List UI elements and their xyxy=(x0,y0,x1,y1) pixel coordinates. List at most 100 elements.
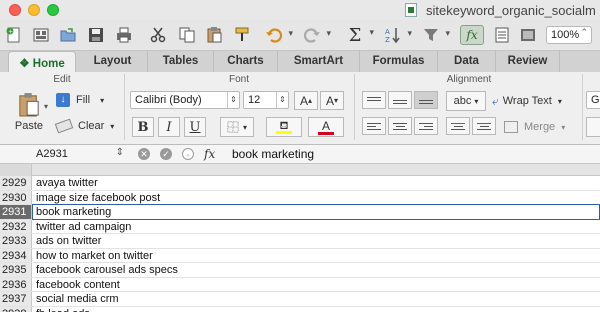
number-format-button[interactable] xyxy=(586,117,600,137)
tab-charts[interactable]: Charts xyxy=(214,51,278,73)
fill-color-button[interactable]: ⛾ xyxy=(266,117,302,137)
row-number[interactable]: 2932 xyxy=(0,219,32,233)
cell-a[interactable]: image size facebook post xyxy=(36,192,160,204)
table-row[interactable]: 2935 facebook carousel ads specs xyxy=(0,263,600,278)
underline-button[interactable]: U xyxy=(184,117,206,137)
spreadsheet-grid: 2929 avaya twitter 2930 image size facebook… xyxy=(0,164,600,312)
insert-function-icon[interactable]: ◦ xyxy=(182,148,194,160)
close-window-button[interactable] xyxy=(9,4,21,16)
bold-button[interactable]: B xyxy=(132,117,154,137)
row-number[interactable]: 2933 xyxy=(0,234,32,248)
merge-button[interactable]: Merge ▾ xyxy=(504,117,576,137)
tab-smartart[interactable]: SmartArt xyxy=(278,51,360,73)
cut-icon[interactable] xyxy=(148,25,168,45)
new-document-icon[interactable]: + xyxy=(4,25,24,45)
increase-indent-button[interactable] xyxy=(472,117,496,135)
clear-button[interactable]: Clear ▾ xyxy=(54,116,118,136)
open-folder-icon[interactable] xyxy=(58,25,78,45)
cancel-entry-icon[interactable]: ✕ xyxy=(138,148,150,160)
formula-builder-button[interactable]: fx xyxy=(460,25,484,45)
cell-a[interactable]: twitter ad campaign xyxy=(36,221,131,233)
table-row[interactable]: 2932 twitter ad campaign xyxy=(0,219,600,234)
paste-icon[interactable] xyxy=(204,25,224,45)
cell-a[interactable]: ads on twitter xyxy=(36,235,101,247)
zoom-select[interactable]: 100% xyxy=(546,26,592,44)
paint-bucket-icon: ⛾ xyxy=(279,119,289,132)
table-row[interactable]: 2930 image size facebook post xyxy=(0,190,600,205)
tab-review[interactable]: Review xyxy=(496,51,560,73)
row-number[interactable]: 2936 xyxy=(0,277,32,291)
format-painter-icon[interactable] xyxy=(232,25,252,45)
print-icon[interactable] xyxy=(114,25,134,45)
number-format-select[interactable]: Ge xyxy=(586,91,600,109)
table-row[interactable]: 2933 ads on twitter xyxy=(0,234,600,249)
table-row[interactable]: 2936 facebook content xyxy=(0,277,600,292)
align-center-button[interactable] xyxy=(388,117,412,135)
copy-icon[interactable] xyxy=(177,25,197,45)
cell-a[interactable]: social media crm xyxy=(36,293,119,305)
grow-font-button[interactable]: A ▴ xyxy=(294,91,318,110)
paste-dropdown-icon[interactable]: ▾ xyxy=(44,102,48,111)
table-row[interactable]: 2929 avaya twitter xyxy=(0,176,600,191)
edit-group-title: Edit xyxy=(53,74,71,85)
name-box[interactable]: A2931 xyxy=(0,145,128,164)
font-name-select[interactable]: Calibri (Body) ⇕ xyxy=(130,91,240,109)
tab-tables[interactable]: Tables xyxy=(148,51,214,73)
decrease-indent-button[interactable] xyxy=(446,117,470,135)
formula-input[interactable]: book marketing xyxy=(232,147,314,161)
paste-button[interactable]: Paste xyxy=(8,88,50,136)
row-number[interactable]: 2938 xyxy=(0,306,32,312)
align-right-button[interactable] xyxy=(414,117,438,135)
align-left-button[interactable] xyxy=(362,117,386,135)
svg-text:A: A xyxy=(385,28,390,36)
select-all-corner[interactable] xyxy=(0,164,32,176)
cell-a[interactable]: facebook carousel ads specs xyxy=(36,264,178,276)
font-size-select[interactable]: 12 ⇕ xyxy=(243,91,289,109)
row-number[interactable]: 2934 xyxy=(0,248,32,262)
clear-dropdown-icon: ▾ xyxy=(110,121,115,131)
wrap-text-button[interactable]: ⤶ Wrap Text ▾ xyxy=(492,91,578,111)
undo-icon[interactable] xyxy=(264,25,293,45)
fill-button[interactable]: ↓ Fill ▾ xyxy=(56,90,116,110)
tab-formulas[interactable]: Formulas xyxy=(360,51,438,73)
row-number[interactable]: 2935 xyxy=(0,263,32,277)
table-row[interactable]: 2934 how to market on twitter xyxy=(0,248,600,263)
confirm-entry-icon[interactable]: ✓ xyxy=(160,148,172,160)
table-row[interactable]: 2937 social media crm xyxy=(0,292,600,307)
save-icon[interactable] xyxy=(86,25,106,45)
align-top-button[interactable] xyxy=(362,91,386,109)
font-color-button[interactable]: A xyxy=(308,117,344,137)
templates-icon[interactable] xyxy=(31,25,51,45)
row-number[interactable]: 2931 xyxy=(0,205,32,219)
media-browser-icon[interactable] xyxy=(518,25,538,45)
cell-a[interactable]: how to market on twitter xyxy=(36,250,153,262)
text-orientation-button[interactable]: abc ▾ xyxy=(446,91,486,111)
italic-button[interactable]: I xyxy=(158,117,180,137)
home-ribbon: Edit Paste ▾ ↓ Fill ▾ Clear ▾ Font Calib… xyxy=(0,72,600,145)
filter-icon[interactable] xyxy=(421,25,450,45)
row-number[interactable]: 2929 xyxy=(0,176,32,190)
zoom-window-button[interactable] xyxy=(47,4,59,16)
tab-data[interactable]: Data xyxy=(438,51,496,73)
standard-toolbar: + Σ AZ fx 100% xyxy=(0,20,600,50)
borders-button[interactable]: ▾ xyxy=(220,117,254,137)
table-row[interactable]: 2938 fb lead ads xyxy=(0,306,600,312)
cell-a[interactable]: fb lead ads xyxy=(36,308,90,312)
toolbox-icon[interactable] xyxy=(492,25,512,45)
tab-home[interactable]: ❖ Home xyxy=(8,51,76,73)
minimize-window-button[interactable] xyxy=(28,4,40,16)
align-bottom-button[interactable] xyxy=(414,91,438,109)
cell-a[interactable]: avaya twitter xyxy=(36,177,98,189)
redo-icon[interactable] xyxy=(302,25,331,45)
sort-icon[interactable]: AZ xyxy=(383,25,412,45)
fx-label[interactable]: fx xyxy=(204,147,215,161)
row-number[interactable]: 2930 xyxy=(0,190,32,204)
tab-layout[interactable]: Layout xyxy=(78,51,148,73)
table-row[interactable]: 2931 book marketing xyxy=(0,204,600,220)
shrink-font-button[interactable]: A ▾ xyxy=(320,91,344,110)
orientation-dropdown-icon: ▾ xyxy=(474,96,479,106)
row-number[interactable]: 2937 xyxy=(0,292,32,306)
cell-a[interactable]: facebook content xyxy=(36,279,120,291)
align-middle-button[interactable] xyxy=(388,91,412,109)
autosum-icon[interactable]: Σ xyxy=(345,25,374,46)
